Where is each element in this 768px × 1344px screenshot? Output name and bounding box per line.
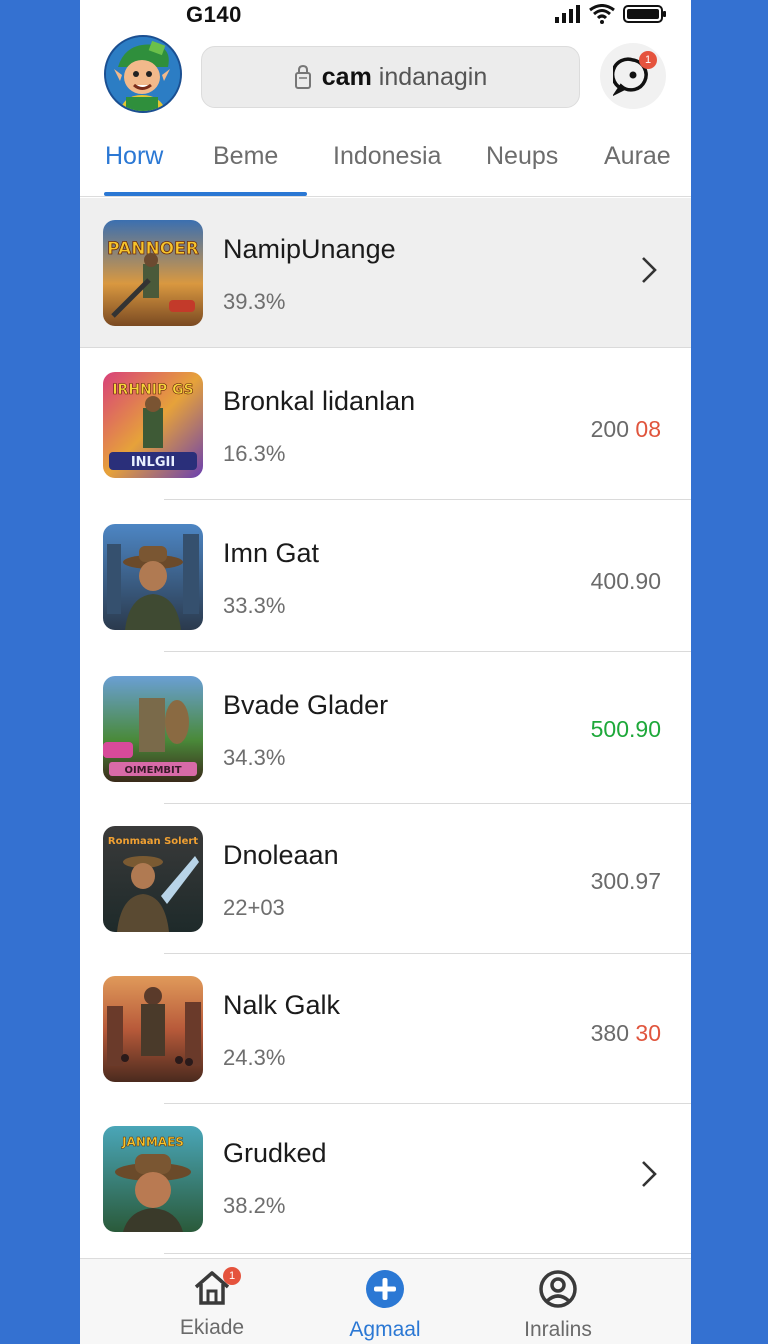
thumb-title: OIMEMBIT: [124, 765, 181, 776]
game-thumbnail: [103, 976, 203, 1082]
list-item[interactable]: Imn Gat 33.3% 400.90: [80, 502, 691, 652]
status-icons: [555, 2, 667, 26]
search-text-rest: indanagin: [378, 62, 488, 91]
nav-agmaal[interactable]: Agmaal: [315, 1269, 455, 1342]
list-item[interactable]: JANMAES Grudked 38.2%: [80, 1104, 691, 1254]
phone-screen: G140 cam indanagin 1 Horw Beme Indonesia…: [80, 0, 691, 1344]
status-time: G140: [186, 2, 242, 27]
list-item[interactable]: OIMEMBIT Bvade Glader 34.3% 500.90: [80, 654, 691, 804]
item-value-main: 380: [590, 1020, 630, 1046]
game-thumbnail: [103, 524, 203, 630]
search-text-bold: cam: [321, 62, 372, 91]
game-thumbnail: IRHNIP GS INLGII: [103, 372, 203, 478]
tab-neups[interactable]: Neups: [486, 142, 558, 171]
item-name: Bvade Glader: [223, 690, 389, 720]
row-divider: [164, 651, 691, 652]
bottom-nav: 1 Ekiade Agmaal Inralins: [80, 1258, 691, 1344]
tab-horw[interactable]: Horw: [105, 142, 163, 171]
list-item[interactable]: Ronmaan Solert Dnoleaan 22+03 300.97: [80, 804, 691, 954]
item-percent: 22+03: [223, 895, 285, 920]
item-name: NamipUnange: [223, 234, 396, 264]
item-name: Nalk Galk: [223, 990, 341, 1020]
nav-label: Ekiade: [179, 1316, 245, 1339]
avatar-cartoon-icon: [106, 37, 180, 111]
item-percent: 33.3%: [223, 593, 286, 618]
nav-inralins[interactable]: Inralins: [488, 1269, 628, 1342]
thumb-title: IRHNIP GS: [112, 382, 193, 398]
profile-icon: [539, 1270, 577, 1308]
search-bar[interactable]: cam indanagin: [201, 46, 580, 108]
item-value: 400.90: [590, 568, 661, 594]
item-percent: 24.3%: [223, 1045, 286, 1070]
item-percent: 39.3%: [223, 289, 286, 314]
list-item[interactable]: Nalk Galk 24.3% 380 30: [80, 954, 691, 1104]
item-value: 200 08: [591, 416, 661, 443]
status-bar: G140: [80, 0, 691, 28]
list-item[interactable]: IRHNIP GS INLGII Bronkal lidanlan 16.3% …: [80, 350, 691, 500]
list-item[interactable]: PANNOER NamipUnange 39.3%: [80, 198, 691, 348]
lock-icon: [294, 64, 311, 89]
tab-beme[interactable]: Beme: [213, 142, 278, 171]
nav-label: Inralins: [524, 1318, 592, 1341]
active-tab-indicator: [104, 192, 307, 196]
item-value: 500.90: [590, 716, 661, 742]
tab-bar: Horw Beme Indonesia Neups Aurae: [80, 128, 691, 197]
row-divider: [164, 1253, 691, 1254]
nav-badge: 1: [223, 1267, 241, 1285]
chevron-right-icon[interactable]: [639, 254, 659, 286]
tab-indonesia[interactable]: Indonesia: [333, 142, 441, 171]
item-value-main: 200: [590, 416, 630, 442]
game-thumbnail: OIMEMBIT: [103, 676, 203, 782]
row-divider: [80, 347, 691, 348]
thumb-title: Ronmaan Solert: [108, 836, 198, 847]
item-percent: 16.3%: [223, 441, 286, 466]
item-value: 300.97: [590, 868, 661, 894]
thumb-title: JANMAES: [121, 1135, 184, 1149]
chat-badge: 1: [639, 51, 657, 69]
item-percent: 34.3%: [223, 745, 286, 770]
game-thumbnail: Ronmaan Solert: [103, 826, 203, 932]
add-circle-icon: [366, 1270, 404, 1308]
item-value-change: 08: [635, 416, 661, 442]
item-name: Imn Gat: [223, 538, 320, 568]
chevron-right-icon[interactable]: [639, 1158, 659, 1190]
search-text: cam indanagin: [322, 63, 487, 92]
item-name: Dnoleaan: [223, 840, 339, 870]
item-percent: 38.2%: [223, 1193, 286, 1218]
item-value-change: 30: [635, 1020, 661, 1046]
signal-icon: [555, 5, 580, 23]
tab-aurae[interactable]: Aurae: [604, 142, 671, 171]
item-value: 380 30: [591, 1020, 661, 1047]
item-name: Bronkal lidanlan: [223, 386, 416, 416]
avatar[interactable]: [104, 35, 182, 113]
chat-button[interactable]: 1: [600, 43, 666, 109]
thumb-subtitle: INLGII: [131, 455, 175, 470]
game-thumbnail: JANMAES: [103, 1126, 203, 1232]
game-thumbnail: PANNOER: [103, 220, 203, 326]
row-divider: [164, 499, 691, 500]
wifi-icon: [589, 4, 615, 24]
nav-ekiade[interactable]: 1 Ekiade: [142, 1267, 282, 1340]
nav-label: Agmaal: [349, 1318, 421, 1341]
item-name: Grudked: [223, 1138, 327, 1168]
battery-icon: [623, 5, 666, 23]
